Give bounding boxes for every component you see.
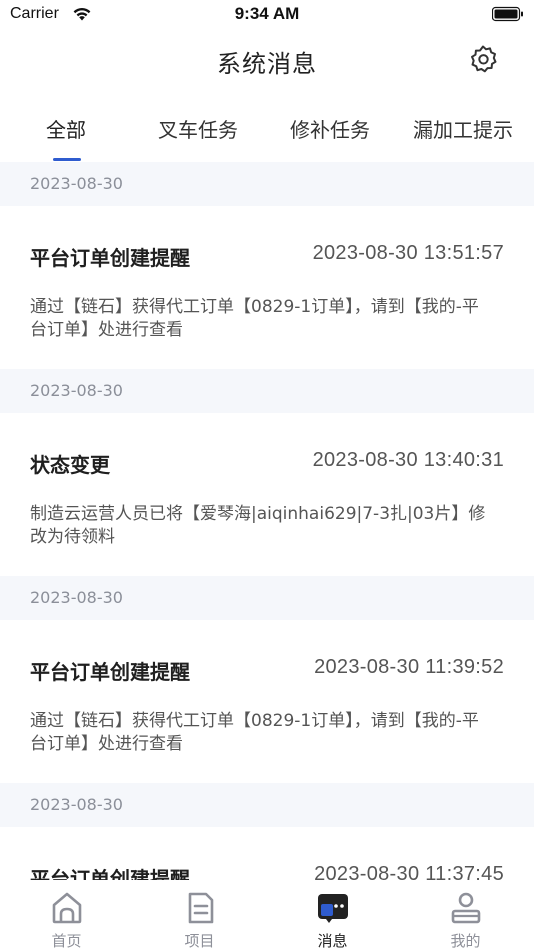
tabbar-item-messages[interactable]: 消息: [266, 880, 399, 950]
message-item[interactable]: 平台订单创建提醒 2023-08-30 11:37:45: [0, 827, 534, 880]
gear-icon: [471, 45, 497, 73]
message-body: 通过【链石】获得代工订单【0829-1订单】，请到【我的-平台订单】处进行查看: [30, 711, 479, 754]
date-separator: 2023-08-30: [0, 369, 534, 413]
message-time: 2023-08-30 11:37:45: [314, 863, 504, 880]
tabbar-item-profile[interactable]: 我的: [399, 880, 532, 950]
tabbar-item-projects[interactable]: 项目: [133, 880, 266, 950]
message-body: 制造云运营人员已将【爱琴海|aiqinhai629|7-3扎|03片】修改为待领…: [30, 504, 486, 547]
page: Carrier 9:34 AM 系统消息 全部 叉车任务 修补任务 漏加工提示: [0, 0, 534, 950]
settings-button[interactable]: [466, 42, 500, 76]
date-separator: 2023-08-30: [0, 576, 534, 620]
document-icon: [188, 892, 213, 924]
tab-forklift-tasks[interactable]: 叉车任务: [158, 114, 238, 143]
active-tab-indicator: [53, 158, 81, 161]
message-time: 2023-08-30 13:40:31: [312, 449, 504, 471]
page-title: 系统消息: [217, 50, 317, 78]
header: 系统消息: [0, 30, 534, 92]
tab-all[interactable]: 全部: [46, 114, 86, 143]
message-icon: [317, 894, 348, 923]
tabbar-label-projects: 项目: [184, 932, 215, 950]
message-item[interactable]: 状态变更 2023-08-30 13:40:31 制造云运营人员已将【爱琴海|a…: [0, 413, 534, 576]
tabbar-label-messages: 消息: [317, 932, 348, 950]
message-title: 状态变更: [30, 453, 110, 477]
message-time: 2023-08-30 13:51:57: [312, 242, 504, 264]
message-body: 通过【链石】获得代工订单【0829-1订单】，请到【我的-平台订单】处进行查看: [30, 297, 479, 340]
tabbar-label-home: 首页: [51, 932, 82, 950]
tabbar-label-profile: 我的: [450, 932, 481, 950]
profile-icon: [451, 892, 480, 924]
bottom-tab-bar: 首页 项目 消息 我的: [0, 880, 534, 950]
message-time: 2023-08-30 11:39:52: [314, 656, 504, 678]
message-item[interactable]: 平台订单创建提醒 2023-08-30 13:51:57 通过【链石】获得代工订…: [0, 206, 534, 369]
home-icon: [52, 892, 81, 924]
message-title: 平台订单创建提醒: [30, 660, 190, 684]
status-bar: Carrier 9:34 AM: [0, 0, 534, 30]
message-list[interactable]: 2023-08-30 平台订单创建提醒 2023-08-30 13:51:57 …: [0, 162, 534, 880]
tabbar-item-home[interactable]: 首页: [0, 880, 133, 950]
message-item[interactable]: 平台订单创建提醒 2023-08-30 11:39:52 通过【链石】获得代工订…: [0, 620, 534, 783]
tab-bar: 全部 叉车任务 修补任务 漏加工提示: [0, 100, 534, 162]
status-time: 9:34 AM: [234, 4, 300, 23]
tab-missed-processing[interactable]: 漏加工提示: [413, 114, 513, 143]
battery-icon: [492, 6, 523, 22]
tab-repair-tasks[interactable]: 修补任务: [290, 114, 370, 143]
date-separator: 2023-08-30: [0, 783, 534, 827]
message-title: 平台订单创建提醒: [30, 867, 190, 880]
message-title: 平台订单创建提醒: [30, 246, 190, 270]
date-separator: 2023-08-30: [0, 162, 534, 206]
